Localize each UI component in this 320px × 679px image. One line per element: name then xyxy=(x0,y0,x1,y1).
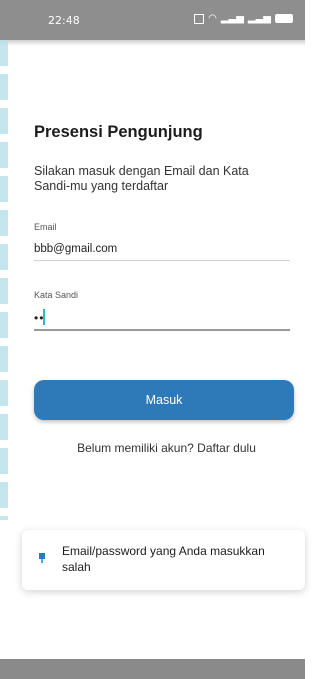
login-button[interactable]: Masuk xyxy=(34,380,294,420)
register-link[interactable]: Belum memiliki akun? Daftar dulu xyxy=(0,441,305,455)
email-field[interactable] xyxy=(34,238,290,261)
page-subtitle: Silakan masuk dengan Email dan Kata Sand… xyxy=(34,164,249,193)
signal-icon: ▂▃▅ xyxy=(220,13,244,24)
navigation-bar xyxy=(0,659,305,679)
header-wave xyxy=(0,32,305,46)
signal-2-icon: ▂▃▅ xyxy=(247,13,271,24)
error-toast: Email/password yang Anda masukkan salah xyxy=(22,530,305,590)
text-caret xyxy=(43,309,45,325)
app-icon xyxy=(39,553,45,563)
status-time: 22:48 xyxy=(48,14,80,27)
email-label: Email xyxy=(34,222,57,232)
nfc-icon xyxy=(194,13,205,24)
battery-icon xyxy=(275,14,293,23)
toast-message: Email/password yang Anda masukkan salah xyxy=(62,544,265,574)
status-bar: 22:48 ◠ ▂▃▅ ▂▃▅ xyxy=(0,0,305,46)
password-field[interactable]: •• xyxy=(34,309,290,331)
wifi-icon: ◠ xyxy=(208,13,217,24)
password-label: Kata Sandi xyxy=(34,290,79,300)
page-title: Presensi Pengunjung xyxy=(34,123,203,141)
status-icons: ◠ ▂▃▅ ▂▃▅ xyxy=(194,13,293,24)
